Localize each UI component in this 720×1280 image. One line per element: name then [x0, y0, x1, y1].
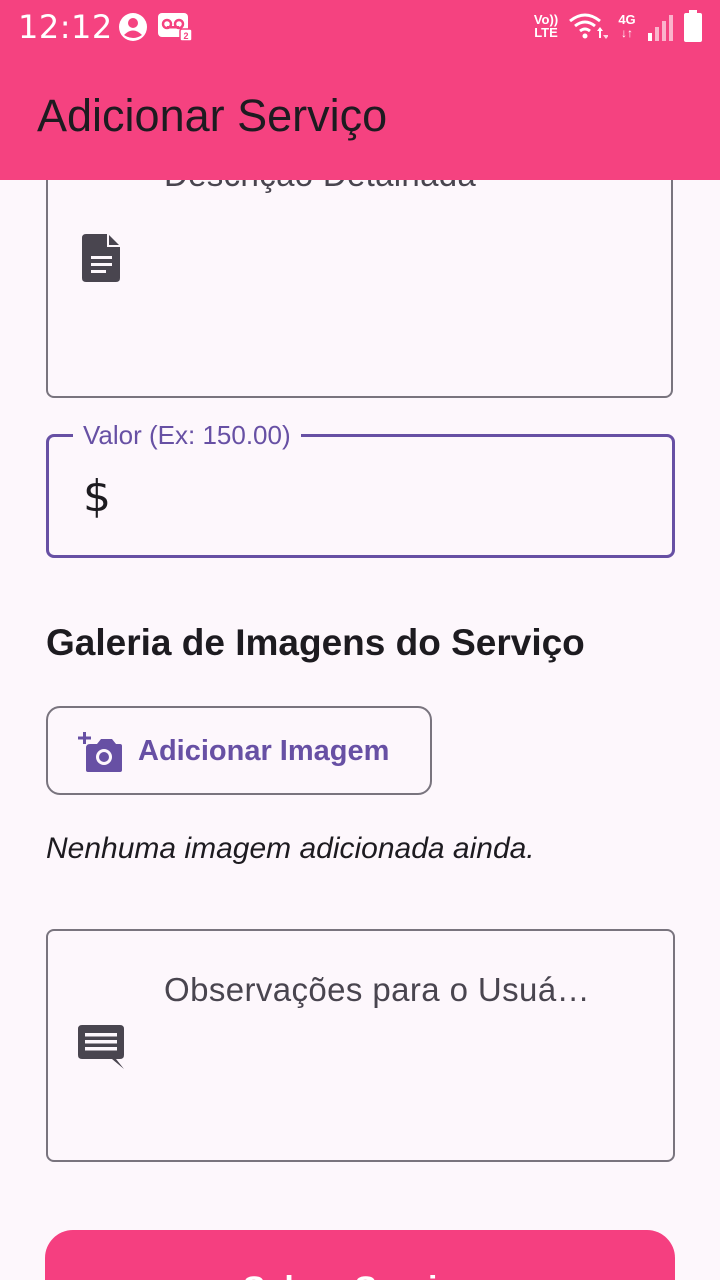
value-field[interactable]: Valor (Ex: 150.00) $: [46, 420, 675, 558]
comment-icon: [78, 1025, 124, 1069]
save-service-label: Salvar Serviço: [45, 1270, 675, 1280]
value-label: Valor (Ex: 150.00): [73, 420, 301, 451]
notes-field[interactable]: Observações para o Usuá…: [46, 929, 675, 1162]
network-type-indicator: 4G ↓↑: [618, 12, 636, 40]
form-scroll-area[interactable]: Descrição Detalhada Valor (Ex: 150.00) $…: [0, 0, 720, 1280]
account-circle-icon: [119, 13, 147, 41]
gallery-title: Galeria de Imagens do Serviço: [46, 622, 585, 663]
add-image-label: Adicionar Imagem: [138, 735, 390, 767]
dollar-icon: $: [83, 471, 111, 522]
notes-label: Observações para o Usuá…: [164, 971, 590, 1008]
page-title: Adicionar Serviço: [37, 90, 388, 141]
svg-text:2: 2: [183, 31, 188, 41]
add-image-button[interactable]: Adicionar Imagem: [46, 706, 432, 795]
battery-icon: [684, 10, 702, 42]
wifi-icon: [569, 13, 608, 39]
empty-gallery-text: Nenhuma imagem adicionada ainda.: [46, 832, 535, 865]
voicemail-icon: 2: [158, 13, 192, 41]
volte-indicator: Vo)) LTE: [533, 12, 559, 40]
status-bar: 12:12 2 Vo)) LTE 4G ↓↑: [0, 0, 720, 56]
signal-icon: [648, 15, 673, 41]
add-photo-icon: [78, 732, 122, 772]
app-bar: 12:12 2 Vo)) LTE 4G ↓↑ Adicionar Serviço: [0, 0, 720, 180]
document-icon: [82, 234, 120, 282]
save-service-button[interactable]: Salvar Serviço: [45, 1230, 675, 1280]
status-time: 12:12: [18, 8, 113, 46]
